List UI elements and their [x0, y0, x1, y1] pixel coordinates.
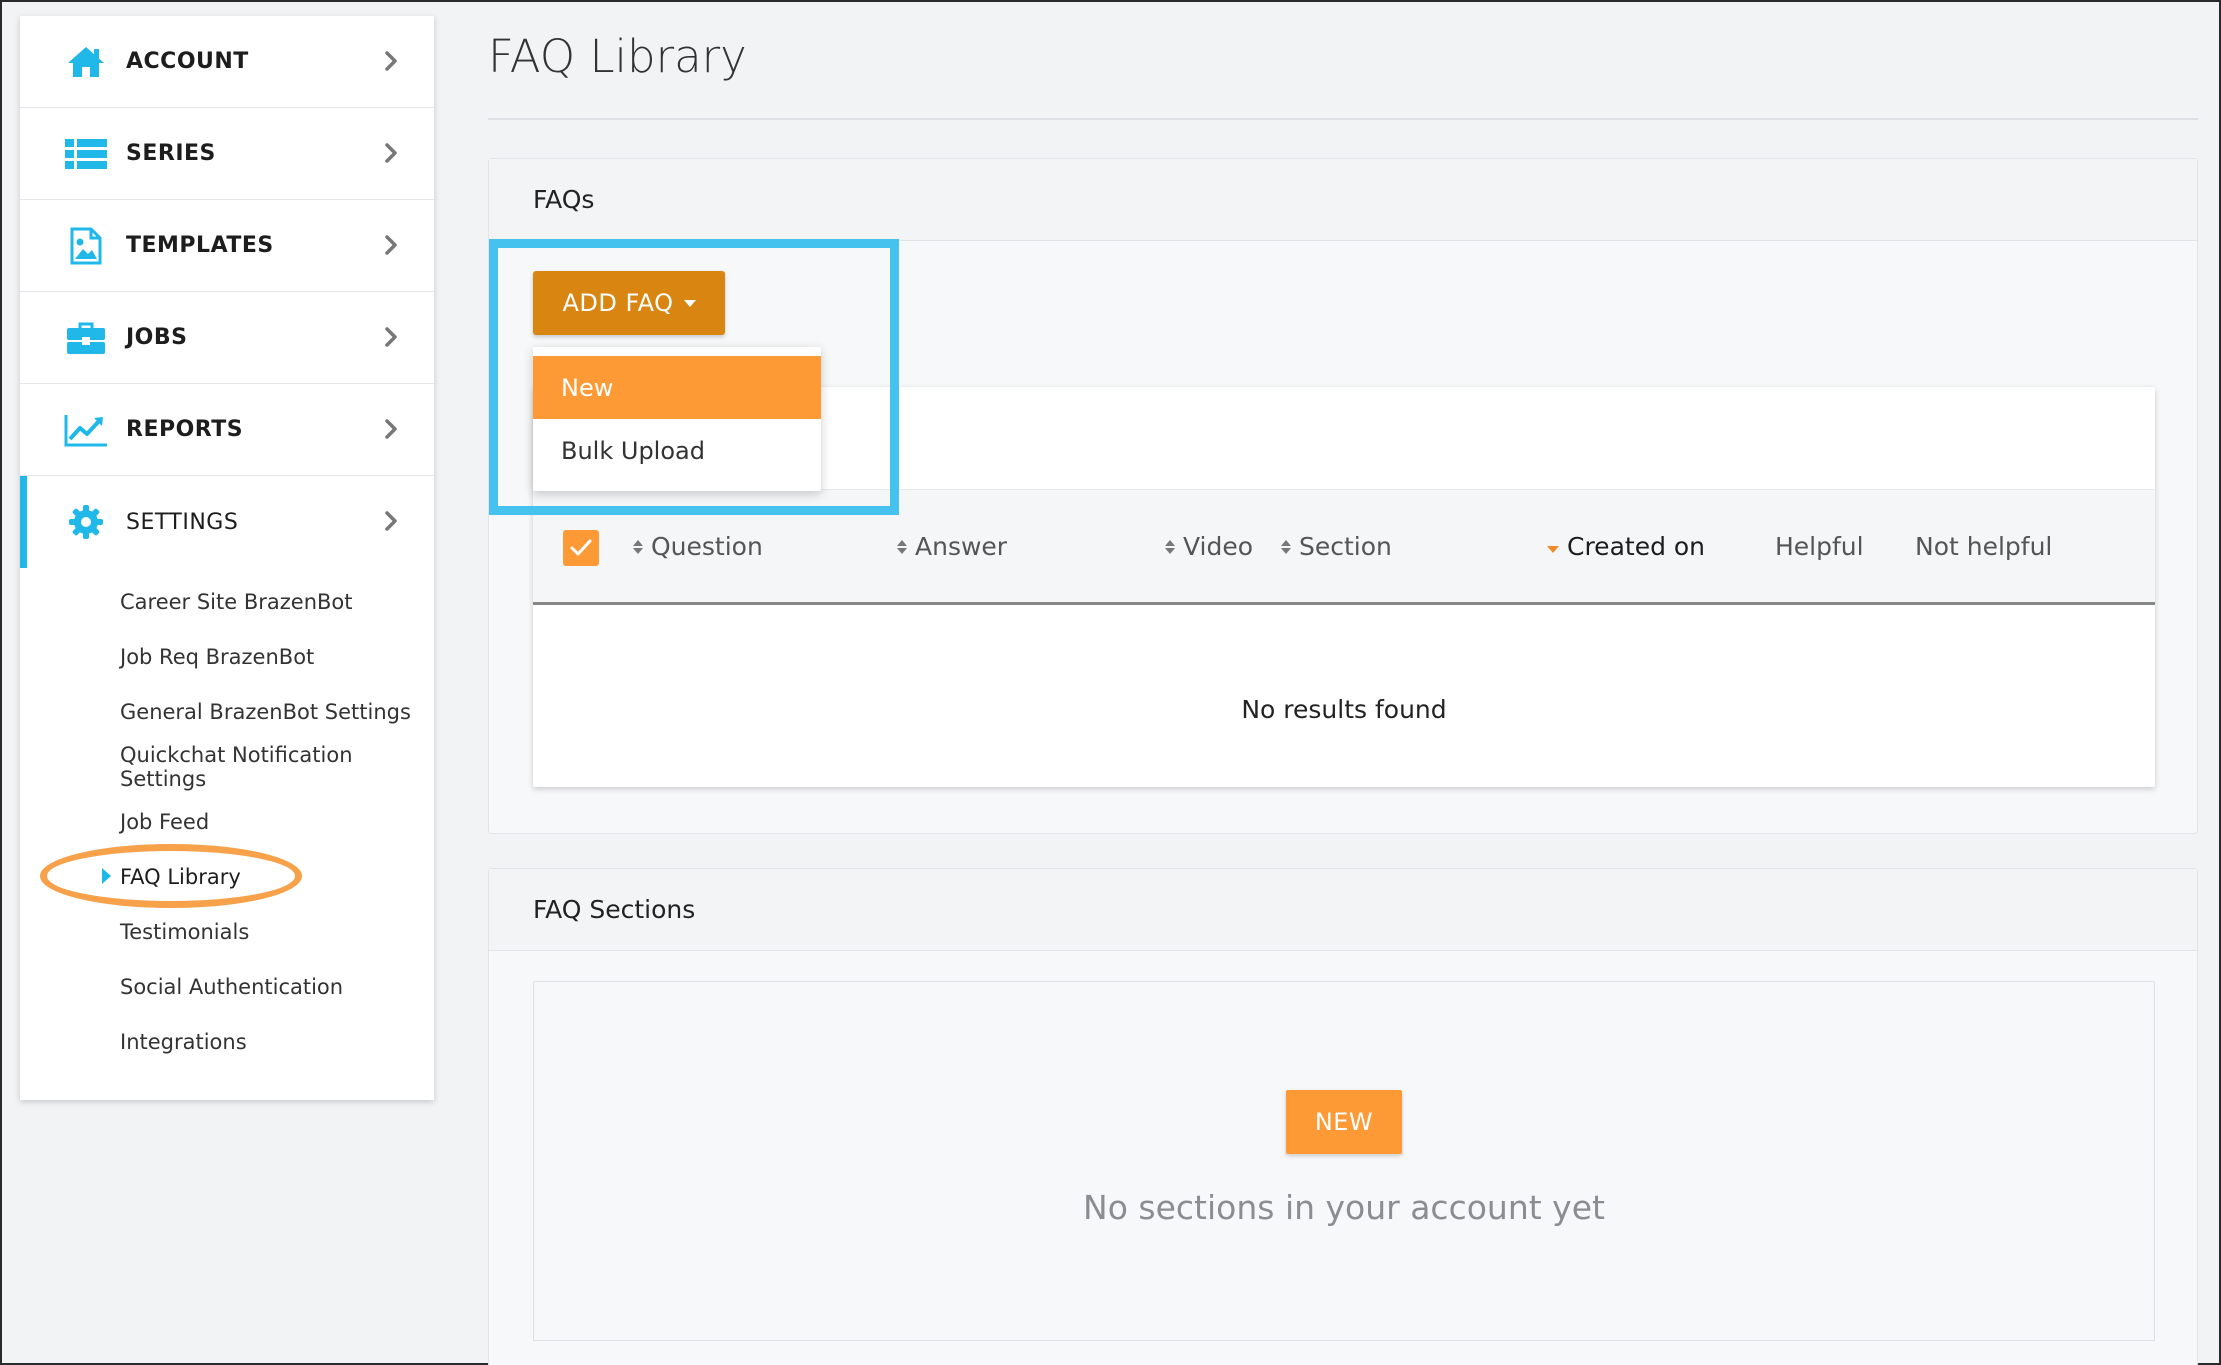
settings-subnav: Career Site BrazenBot Job Req BrazenBot … [20, 568, 434, 1069]
faq-sections-panel: FAQ Sections NEW No sections in your acc… [488, 868, 2198, 1365]
sort-icon [897, 539, 907, 554]
line-chart-icon [64, 412, 108, 448]
faqs-panel-title: FAQs [489, 159, 2197, 241]
select-all-checkbox[interactable] [563, 530, 599, 566]
dropdown-item-new[interactable]: New [533, 356, 821, 419]
column-header-section[interactable]: Section [1281, 532, 1392, 561]
faq-sections-empty-card: NEW No sections in your account yet [533, 981, 2155, 1341]
subnav-item-testimonials[interactable]: Testimonials [20, 904, 434, 959]
sidebar-item-templates[interactable]: TEMPLATES [20, 200, 434, 292]
sidebar-item-label: REPORTS [126, 417, 244, 442]
home-icon [64, 44, 108, 80]
subnav-item-social-authentication[interactable]: Social Authentication [20, 959, 434, 1014]
empty-state-text: No sections in your account yet [1083, 1188, 1605, 1227]
sort-icon [1281, 539, 1291, 554]
sidebar-item-jobs[interactable]: JOBS [20, 292, 434, 384]
column-header-label: Section [1299, 532, 1392, 561]
list-icon [64, 136, 108, 172]
sidebar-item-account[interactable]: ACCOUNT [20, 16, 434, 108]
chevron-right-icon [384, 234, 398, 260]
column-header-answer[interactable]: Answer [897, 532, 1007, 561]
chevron-right-icon [384, 142, 398, 168]
subnav-item-general-brazenbot-settings[interactable]: General BrazenBot Settings [20, 684, 434, 739]
column-header-helpful[interactable]: Helpful [1775, 532, 1864, 561]
column-header-video[interactable]: Video [1165, 532, 1253, 561]
faq-table-header: Question Answer Video Section Created on… [533, 489, 2155, 605]
column-header-label: Question [651, 532, 763, 561]
sort-icon [633, 539, 643, 554]
faq-sections-panel-title: FAQ Sections [489, 869, 2197, 951]
subnav-item-job-req-brazenbot[interactable]: Job Req BrazenBot [20, 629, 434, 684]
new-section-button[interactable]: NEW [1286, 1090, 1402, 1154]
column-header-created-on[interactable]: Created on [1547, 532, 1705, 561]
sort-desc-icon [1547, 546, 1559, 553]
dropdown-item-bulk-upload[interactable]: Bulk Upload [533, 419, 821, 482]
subnav-item-job-feed[interactable]: Job Feed [20, 794, 434, 849]
chevron-right-icon [384, 326, 398, 352]
faqs-panel: FAQs ADD FAQ Question Answer Video Secti… [488, 158, 2198, 834]
caret-right-icon [102, 868, 111, 884]
chevron-right-icon [384, 418, 398, 444]
title-divider [488, 118, 2198, 120]
chevron-right-icon [384, 50, 398, 76]
subnav-item-faq-library[interactable]: FAQ Library [20, 849, 434, 904]
sidebar-item-label: TEMPLATES [126, 233, 274, 258]
add-faq-button-label: ADD FAQ [562, 289, 674, 317]
column-header-label: Answer [915, 532, 1008, 561]
sidebar: ACCOUNT SERIES TEMPLATES JOBS REPORTS SE… [20, 16, 434, 1100]
subnav-item-integrations[interactable]: Integrations [20, 1014, 434, 1069]
page-title: FAQ Library [488, 30, 747, 83]
column-header-label: Not helpful [1915, 532, 2053, 561]
column-header-question[interactable]: Question [633, 532, 763, 561]
subnav-item-quickchat-notification-settings[interactable]: Quickchat Notification Settings [20, 739, 434, 794]
empty-state-text: No results found [1241, 695, 1447, 724]
briefcase-icon [64, 320, 108, 356]
caret-down-icon [683, 299, 696, 307]
column-header-label: Created on [1567, 532, 1706, 561]
subnav-item-career-site-brazenbot[interactable]: Career Site BrazenBot [20, 574, 434, 629]
sidebar-item-label: SERIES [126, 141, 216, 166]
sidebar-item-settings[interactable]: SETTINGS [20, 476, 434, 568]
sidebar-item-label: JOBS [126, 325, 188, 350]
sidebar-item-label: ACCOUNT [126, 49, 249, 74]
column-header-not-helpful[interactable]: Not helpful [1915, 532, 2052, 561]
column-header-label: Video [1183, 532, 1254, 561]
add-faq-dropdown-menu: New Bulk Upload [533, 347, 821, 491]
sidebar-item-label: SETTINGS [126, 509, 239, 535]
sidebar-item-series[interactable]: SERIES [20, 108, 434, 200]
chevron-right-icon [384, 510, 398, 536]
checkmark-icon [570, 539, 592, 556]
gear-icon [64, 504, 108, 540]
sidebar-item-reports[interactable]: REPORTS [20, 384, 434, 476]
add-faq-button[interactable]: ADD FAQ [533, 271, 725, 335]
image-file-icon [64, 227, 108, 264]
sort-icon [1165, 539, 1175, 554]
subnav-item-label: FAQ Library [120, 864, 241, 889]
column-header-label: Helpful [1775, 532, 1864, 561]
